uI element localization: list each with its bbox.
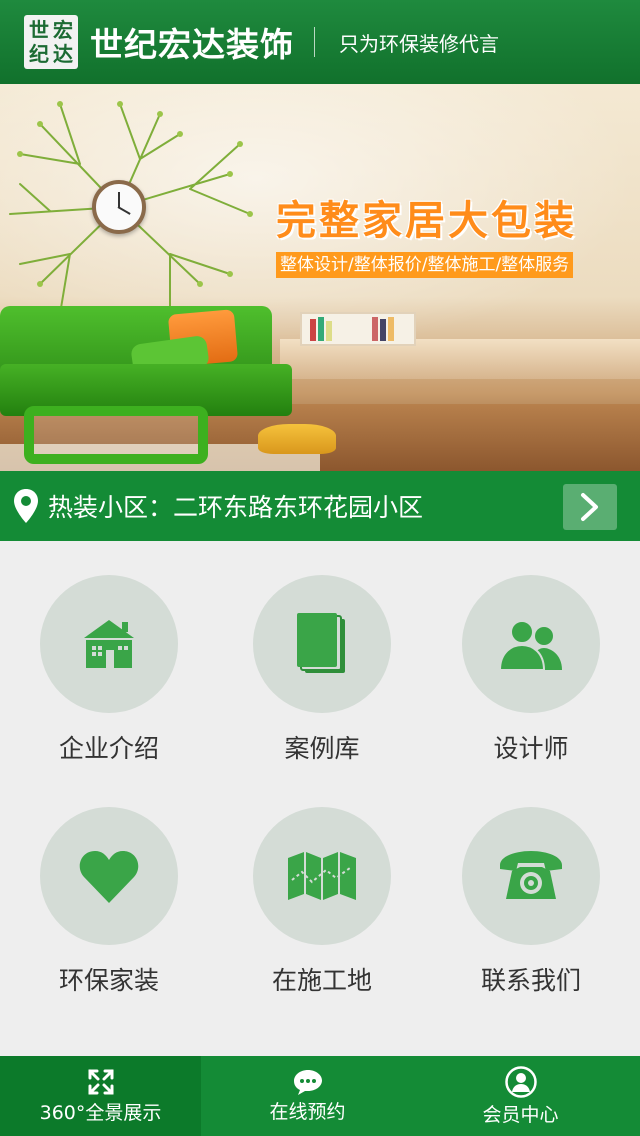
promo-title: 完整家居大包装	[276, 198, 577, 244]
hot-neighborhood-label: 热装小区：二环东路东环花园小区	[48, 493, 424, 522]
nav-label: 360°全景展示	[39, 1101, 162, 1124]
nav-online-booking[interactable]: 在线预约	[201, 1056, 414, 1136]
tile-circle	[462, 575, 600, 713]
user-icon	[504, 1065, 537, 1098]
house-icon	[84, 620, 134, 668]
logo-char: 宏	[53, 18, 73, 42]
app-header: 世 宏 纪 达 世纪宏达装饰 只为环保装修代言	[0, 0, 640, 84]
tile-label: 环保家装	[58, 966, 159, 995]
promo-subtitle: 整体设计/整体报价/整体施工/整体服务	[276, 252, 574, 278]
tile-circle	[253, 807, 391, 945]
heart-icon	[79, 851, 139, 903]
tile-eco-home[interactable]: 环保家装	[19, 807, 199, 997]
logo: 世 宏 纪 达	[24, 15, 78, 69]
location-pin-icon	[14, 489, 38, 523]
logo-char: 世	[29, 18, 49, 42]
tile-label: 设计师	[493, 734, 569, 763]
tile-case-library[interactable]: 案例库	[232, 575, 412, 765]
chevron-right-icon	[581, 493, 598, 521]
tile-label: 案例库	[284, 734, 360, 763]
nav-panorama[interactable]: 360°全景展示	[0, 1056, 201, 1136]
header-divider	[314, 27, 315, 57]
tile-contact-us[interactable]: 联系我们	[441, 807, 621, 997]
tile-circle	[40, 807, 178, 945]
tile-circle	[253, 575, 391, 713]
tile-designers[interactable]: 设计师	[441, 575, 621, 765]
hot-neighborhood-next-button[interactable]	[563, 484, 617, 530]
people-icon	[498, 620, 562, 670]
nav-label: 会员中心	[482, 1103, 559, 1126]
floor-cushion	[258, 424, 336, 454]
tile-circle	[40, 575, 178, 713]
slogan: 只为环保装修代言	[339, 31, 499, 56]
book-icon	[297, 613, 345, 673]
feature-grid: 企业介绍 案例库 设计师 环保家装 在施工地 联系我们	[0, 541, 640, 1056]
brand-name: 世纪宏达装饰	[90, 25, 294, 64]
map-icon	[288, 852, 356, 900]
logo-char: 达	[53, 42, 73, 66]
coffee-table	[24, 406, 208, 464]
bookshelf	[300, 312, 416, 346]
tile-company-intro[interactable]: 企业介绍	[19, 575, 199, 765]
logo-char: 纪	[29, 42, 49, 66]
tile-label: 在施工地	[271, 966, 372, 995]
tile-label: 联系我们	[480, 966, 581, 995]
chat-icon	[293, 1069, 322, 1095]
hot-neighborhood-bar[interactable]: 热装小区：二环东路东环花园小区	[0, 471, 640, 541]
promo-banner[interactable]: 完整家居大包装 整体设计/整体报价/整体施工/整体服务	[0, 84, 640, 471]
bottom-nav: 360°全景展示 在线预约 会员中心	[0, 1056, 640, 1136]
nav-member-center[interactable]: 会员中心	[414, 1056, 627, 1136]
tile-label: 企业介绍	[58, 734, 159, 763]
nav-label: 在线预约	[269, 1100, 346, 1123]
tile-circle	[462, 807, 600, 945]
tile-construction-sites[interactable]: 在施工地	[232, 807, 412, 997]
telephone-icon	[500, 851, 562, 899]
expand-icon	[88, 1069, 113, 1094]
clock-image	[92, 180, 146, 234]
